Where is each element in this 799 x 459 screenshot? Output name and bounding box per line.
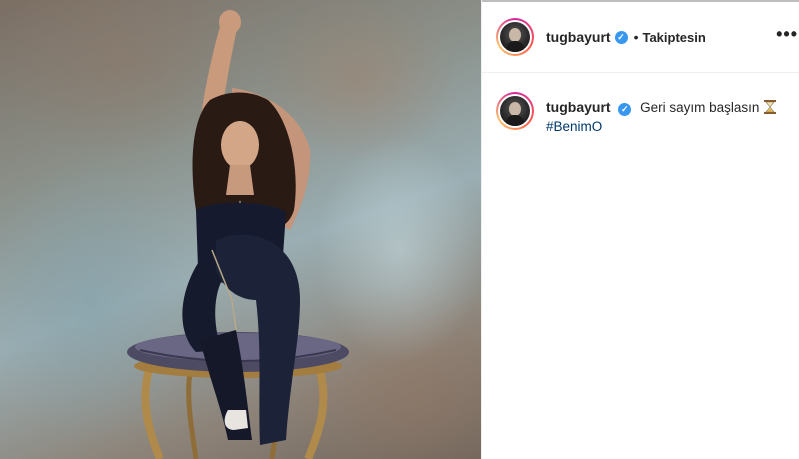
caption-body: tugbayurt ✓ Geri sayım başlasın #BenimO	[546, 98, 777, 136]
caption-text: Geri sayım başlasın	[640, 100, 760, 115]
caption: tugbayurt ✓ Geri sayım başlasın #BenimO	[496, 92, 796, 136]
person	[182, 10, 311, 445]
post-photo[interactable]: ″	[0, 0, 481, 459]
avatar-image	[500, 96, 530, 126]
caption-username[interactable]: tugbayurt	[546, 99, 611, 115]
following-button[interactable]: Takiptesin	[642, 30, 705, 45]
hashtag-link[interactable]: #BenimO	[546, 117, 776, 136]
avatar-image	[500, 22, 530, 52]
hourglass-icon	[764, 100, 777, 114]
verified-icon: ✓	[618, 103, 632, 116]
author-username[interactable]: tugbayurt	[546, 29, 611, 45]
post-sidebar: tugbayurt ✓ • Takiptesin ••• tugbayurt ✓…	[481, 0, 799, 459]
author-avatar[interactable]	[496, 18, 534, 56]
caption-avatar[interactable]	[496, 92, 534, 130]
separator-dot: •	[633, 29, 639, 45]
more-options-icon[interactable]: •••	[776, 24, 798, 45]
photo-illustration	[127, 10, 349, 459]
verified-icon: ✓	[614, 30, 628, 44]
post-header: tugbayurt ✓ • Takiptesin •••	[482, 2, 799, 73]
